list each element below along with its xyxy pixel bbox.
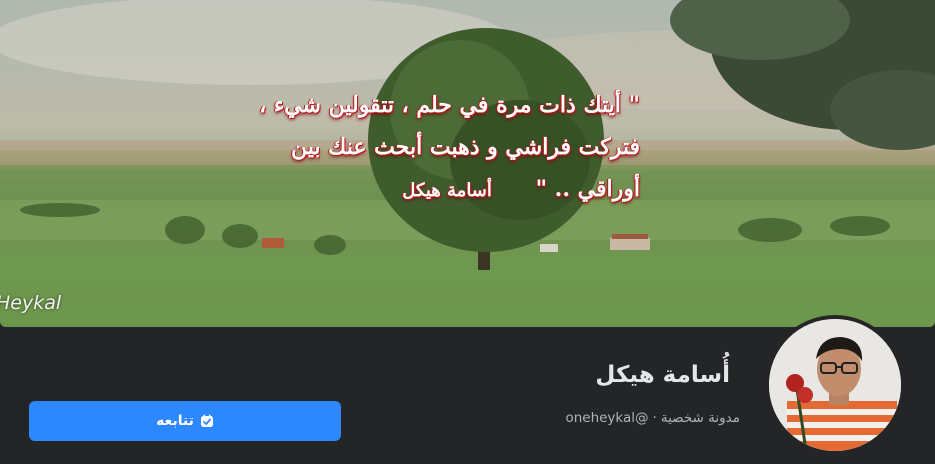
profile-category: مدونة شخصية [660, 410, 740, 426]
cover-quote-line: فتركت فراشي و ذهبت أبحث عنك بين [291, 134, 640, 160]
cover-quote-line: " أيتك ذات مرة في حلم ، تتقولين شيء ، [259, 92, 640, 118]
cover-signature: أسامة هيكل [402, 180, 492, 201]
cover-quote-line: أوراقي .. " أسامة هيكل [280, 168, 640, 212]
following-button-label: تتابعه [156, 413, 194, 429]
avatar-portrait-illustration [769, 319, 901, 451]
profile-handle: @oneheykal [565, 410, 649, 426]
profile-meta: مدونة شخصية·@oneheykal [565, 410, 740, 426]
cover-quote-line-text: أوراقي .. " [535, 176, 640, 202]
cover-watermark: Heykal [0, 292, 62, 314]
profile-name: أُسامة هيكل [595, 362, 730, 388]
avatar-photo [769, 319, 901, 451]
following-button[interactable]: تتابعه [29, 401, 341, 441]
cover-quote: " أيتك ذات مرة في حلم ، تتقولين شيء ، فت… [259, 84, 640, 212]
meta-separator: · [652, 410, 657, 426]
cover-photo[interactable]: " أيتك ذات مرة في حلم ، تتقولين شيء ، فت… [0, 0, 935, 327]
check-square-icon [200, 414, 214, 428]
profile-avatar[interactable] [765, 315, 905, 455]
